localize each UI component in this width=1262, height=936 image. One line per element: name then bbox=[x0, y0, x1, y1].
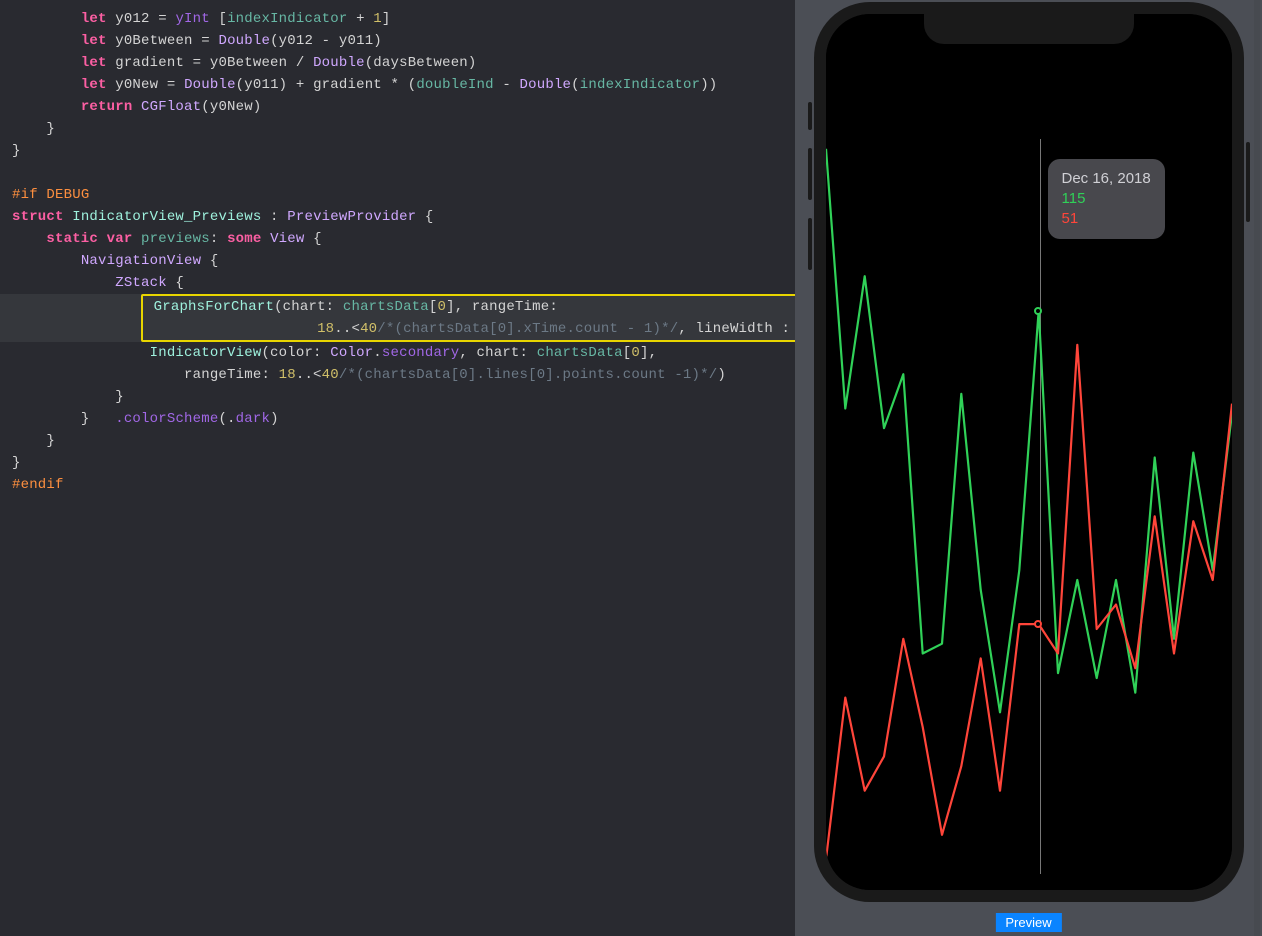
directive-if: #if bbox=[12, 187, 38, 203]
preview-canvas[interactable]: Dec 16, 2018 115 51 Preview bbox=[795, 0, 1262, 936]
keyword-struct: struct bbox=[12, 209, 64, 225]
type-NavigationView: NavigationView bbox=[81, 253, 201, 269]
keyword-var: var bbox=[107, 231, 133, 247]
indicator-dot-red bbox=[1034, 620, 1042, 628]
highlighted-code-block: GraphsForChart(chart: chartsData[0], ran… bbox=[141, 294, 829, 342]
type-CGFloat: CGFloat bbox=[141, 99, 201, 115]
ident-indexIndicator: indexIndicator bbox=[227, 11, 347, 27]
indicator-dot-green bbox=[1034, 307, 1042, 315]
tooltip-date: Dec 16, 2018 bbox=[1062, 169, 1151, 189]
type-View: View bbox=[270, 231, 304, 247]
prop-secondary: secondary bbox=[382, 345, 459, 361]
code-editor[interactable]: let y012 = yInt [indexIndicator + 1] let… bbox=[0, 0, 795, 936]
scrollbar[interactable] bbox=[1254, 0, 1260, 936]
phone-frame: Dec 16, 2018 115 51 bbox=[814, 2, 1244, 902]
directive-endif: #endif bbox=[12, 477, 64, 493]
ident-doubleInd: doubleInd bbox=[416, 77, 493, 93]
type-IndicatorView: IndicatorView bbox=[150, 345, 262, 361]
phone-side-button-right bbox=[1246, 142, 1250, 240]
ident-chartsData: chartsData bbox=[343, 299, 429, 315]
type-IndicatorViewPreviews: IndicatorView_Previews bbox=[72, 209, 261, 225]
type-Double: Double bbox=[218, 33, 270, 49]
ident-yInt: yInt bbox=[175, 11, 209, 27]
preview-label[interactable]: Preview bbox=[995, 913, 1061, 932]
type-PreviewProvider: PreviewProvider bbox=[287, 209, 416, 225]
comment: /*(chartsData[0].xTime.count - 1)*/ bbox=[377, 321, 678, 337]
type-Color: Color bbox=[330, 345, 373, 361]
type-ZStack: ZStack bbox=[115, 275, 167, 291]
phone-screen[interactable]: Dec 16, 2018 115 51 bbox=[826, 14, 1232, 890]
keyword-some: some bbox=[227, 231, 261, 247]
method-colorScheme: .colorScheme bbox=[115, 411, 218, 427]
keyword-static: static bbox=[46, 231, 98, 247]
var-y012: y012 bbox=[115, 11, 149, 27]
tooltip-value-green: 115 bbox=[1062, 189, 1151, 209]
type-GraphsForChart: GraphsForChart bbox=[154, 299, 274, 315]
keyword-return: return bbox=[81, 99, 133, 115]
phone-side-buttons-left bbox=[808, 102, 812, 288]
var-y0New: y0New bbox=[115, 77, 158, 93]
prop-previews: previews bbox=[141, 231, 210, 247]
keyword-let: let bbox=[81, 11, 107, 27]
var-gradient: gradient bbox=[115, 55, 184, 71]
prop-dark: dark bbox=[236, 411, 270, 427]
var-y0Between: y0Between bbox=[115, 33, 192, 49]
phone-notch bbox=[924, 14, 1134, 44]
comment: /*(chartsData[0].lines[0].points.count -… bbox=[339, 367, 717, 383]
chart-area[interactable] bbox=[826, 139, 1232, 874]
chart-tooltip: Dec 16, 2018 115 51 bbox=[1048, 159, 1165, 239]
literal-1: 1 bbox=[373, 11, 382, 27]
tooltip-value-red: 51 bbox=[1062, 209, 1151, 229]
